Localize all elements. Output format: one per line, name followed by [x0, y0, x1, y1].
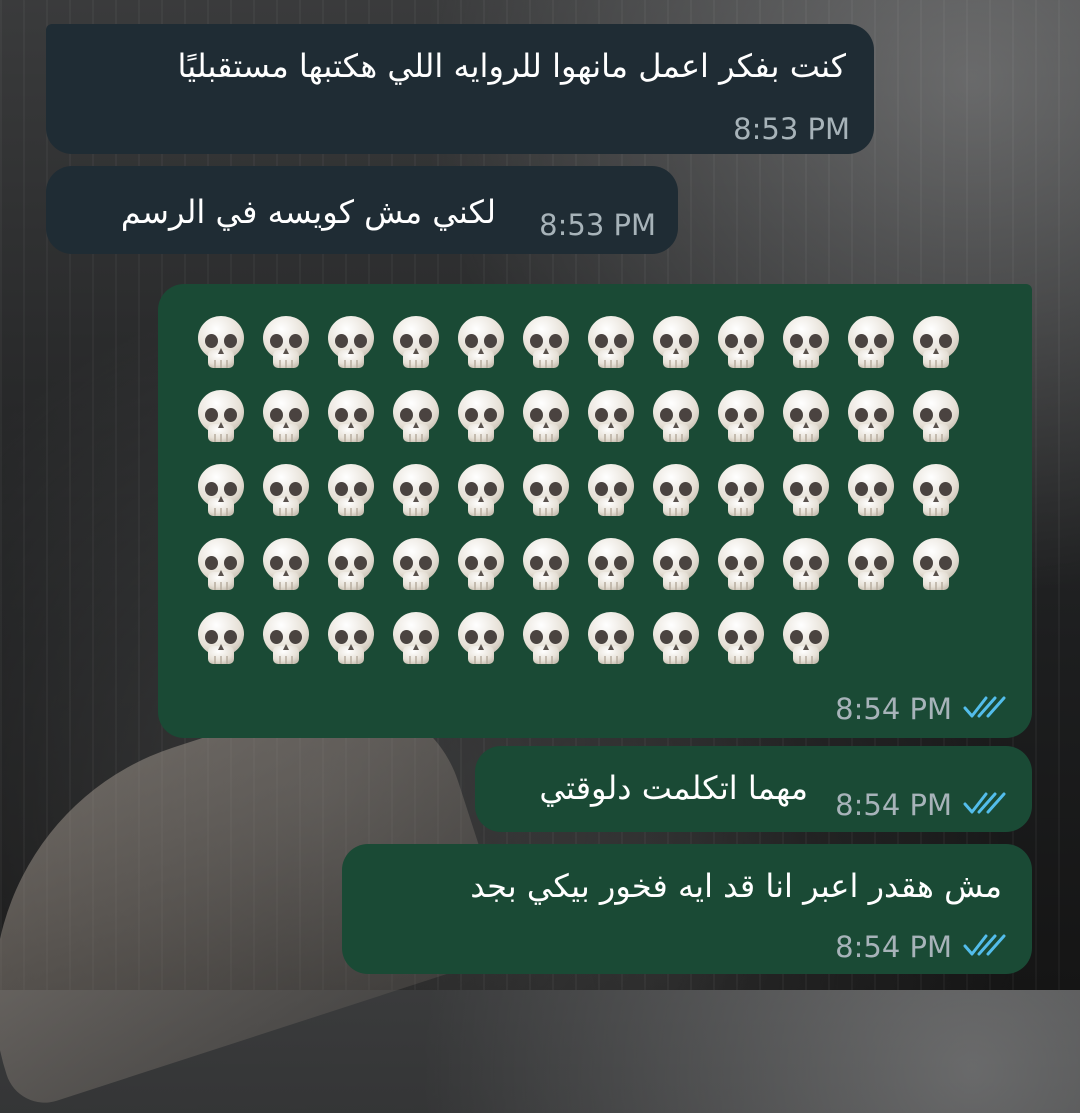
skull-emoji-icon: [578, 380, 643, 454]
skull-emoji-icon: [448, 602, 513, 676]
skull-emoji-icon: [773, 528, 838, 602]
incoming-message-bubble[interactable]: كنت بفكر اعمل مانهوا للروايه اللي هكتبها…: [46, 24, 874, 154]
skull-emoji-icon: [578, 528, 643, 602]
skull-emoji-icon: [253, 380, 318, 454]
skull-emoji-icon: [383, 380, 448, 454]
skull-emoji-icon: [773, 602, 838, 676]
skull-emoji-grid: [188, 306, 968, 676]
skull-emoji-icon: [513, 306, 578, 380]
skull-emoji-icon: [448, 306, 513, 380]
skull-emoji-icon: [578, 306, 643, 380]
skull-emoji-icon: [643, 380, 708, 454]
message-timestamp: 8:54 PM: [835, 788, 952, 822]
skull-emoji-icon: [708, 306, 773, 380]
skull-emoji-icon: [513, 454, 578, 528]
skull-emoji-icon: [448, 380, 513, 454]
message-text: مش هقدر اعبر انا قد ايه فخور بيكي بجد: [470, 867, 1002, 905]
skull-emoji-icon: [838, 380, 903, 454]
outgoing-message-bubble[interactable]: مش هقدر اعبر انا قد ايه فخور بيكي بجد 8:…: [342, 844, 1032, 974]
skull-emoji-icon: [383, 306, 448, 380]
read-receipt-icon: [963, 696, 1006, 718]
skull-emoji-icon: [188, 306, 253, 380]
skull-emoji-icon: [838, 528, 903, 602]
read-receipt-icon: [963, 934, 1006, 956]
skull-emoji-icon: [838, 306, 903, 380]
skull-emoji-icon: [578, 602, 643, 676]
skull-emoji-icon: [318, 602, 383, 676]
skull-emoji-icon: [318, 528, 383, 602]
skull-emoji-icon: [188, 454, 253, 528]
message-timestamp: 8:53 PM: [733, 112, 850, 146]
skull-emoji-icon: [253, 454, 318, 528]
outgoing-emoji-message-bubble[interactable]: 8:54 PM: [158, 284, 1032, 738]
skull-emoji-icon: [383, 454, 448, 528]
skull-emoji-icon: [903, 306, 968, 380]
skull-emoji-icon: [578, 454, 643, 528]
skull-emoji-icon: [513, 380, 578, 454]
skull-emoji-icon: [838, 454, 903, 528]
message-text: مهما اتكلمت دلوقتي: [539, 769, 808, 807]
message-timestamp: 8:54 PM: [835, 692, 952, 726]
skull-emoji-icon: [253, 602, 318, 676]
skull-emoji-icon: [643, 454, 708, 528]
outgoing-message-bubble[interactable]: مهما اتكلمت دلوقتي 8:54 PM: [475, 746, 1032, 832]
read-receipt-icon: [963, 792, 1006, 814]
skull-emoji-icon: [773, 306, 838, 380]
skull-emoji-icon: [708, 454, 773, 528]
skull-emoji-icon: [253, 528, 318, 602]
skull-emoji-icon: [318, 454, 383, 528]
skull-emoji-icon: [708, 380, 773, 454]
skull-emoji-icon: [643, 306, 708, 380]
message-timestamp: 8:53 PM: [539, 208, 656, 242]
skull-emoji-icon: [188, 602, 253, 676]
message-text: كنت بفكر اعمل مانهوا للروايه اللي هكتبها…: [177, 47, 846, 85]
skull-emoji-icon: [253, 306, 318, 380]
skull-emoji-icon: [448, 454, 513, 528]
skull-emoji-icon: [513, 602, 578, 676]
skull-emoji-icon: [773, 454, 838, 528]
incoming-message-bubble[interactable]: لكني مش كويسه في الرسم 8:53 PM: [46, 166, 678, 254]
skull-emoji-icon: [188, 528, 253, 602]
skull-emoji-icon: [318, 306, 383, 380]
message-timestamp: 8:54 PM: [835, 930, 952, 964]
skull-emoji-icon: [903, 380, 968, 454]
skull-emoji-icon: [708, 528, 773, 602]
skull-emoji-icon: [383, 528, 448, 602]
skull-emoji-icon: [513, 528, 578, 602]
skull-emoji-icon: [773, 380, 838, 454]
skull-emoji-icon: [903, 454, 968, 528]
skull-emoji-icon: [903, 528, 968, 602]
skull-emoji-icon: [643, 602, 708, 676]
skull-emoji-icon: [708, 602, 773, 676]
skull-emoji-icon: [448, 528, 513, 602]
skull-emoji-icon: [318, 380, 383, 454]
skull-emoji-icon: [188, 380, 253, 454]
message-text: لكني مش كويسه في الرسم: [120, 193, 496, 231]
skull-emoji-icon: [643, 528, 708, 602]
skull-emoji-icon: [383, 602, 448, 676]
